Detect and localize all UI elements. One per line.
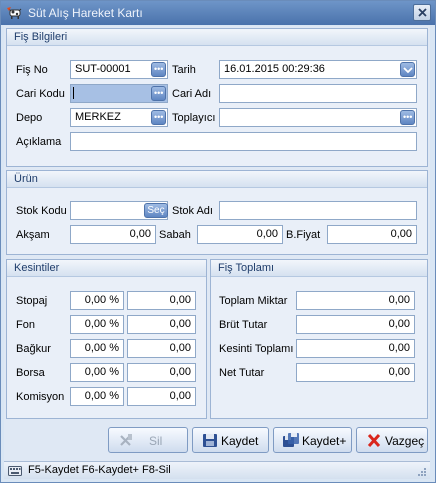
- sabah-field[interactable]: 0,00: [197, 225, 283, 244]
- ellipsis-icon: •••: [154, 112, 164, 122]
- kaydet-plus-button[interactable]: Kaydet+: [273, 427, 352, 453]
- fon-amount-field[interactable]: 0,00: [127, 315, 196, 334]
- cari-adi-label: Cari Adı: [172, 88, 212, 100]
- kesinti-toplami-field[interactable]: 0,00: [296, 339, 415, 358]
- keyboard-icon: [8, 466, 22, 476]
- cancel-x-icon: [367, 433, 381, 448]
- close-button[interactable]: [413, 4, 431, 21]
- text-cursor: [73, 87, 74, 99]
- stok-adi-label: Stok Adı: [172, 205, 213, 217]
- bagkur-percent-field[interactable]: 0,00 %: [70, 339, 124, 358]
- fis-no-lookup-button[interactable]: •••: [151, 62, 166, 77]
- fon-label: Fon: [16, 319, 35, 331]
- close-icon: [418, 8, 427, 17]
- aciklama-field[interactable]: [70, 132, 417, 151]
- window-title: Süt Alış Hareket Kartı: [28, 6, 143, 20]
- toplayici-lookup-button[interactable]: •••: [400, 110, 415, 125]
- stok-kodu-label: Stok Kodu: [16, 205, 67, 217]
- ellipsis-icon: •••: [154, 64, 164, 74]
- vazgec-button[interactable]: Vazgeç: [356, 427, 428, 453]
- depo-label: Depo: [16, 112, 43, 124]
- komisyon-label: Komisyon: [16, 391, 65, 403]
- net-tutar-field[interactable]: 0,00: [296, 363, 415, 382]
- tarih-label: Tarih: [172, 64, 196, 76]
- ellipsis-icon: •••: [154, 88, 164, 98]
- brut-tutar-label: Brüt Tutar: [219, 319, 268, 331]
- kaydet-button[interactable]: Kaydet: [192, 427, 269, 453]
- fis-bilgileri-group: Fiş Bilgileri Fiş No SUT-00001 ••• Tarih…: [6, 28, 428, 167]
- delete-icon: [120, 434, 132, 446]
- group-title: Fiş Toplamı: [218, 262, 275, 274]
- sil-button-label: Sil: [149, 434, 163, 448]
- toplayici-label: Toplayıcı: [172, 112, 216, 124]
- status-text: F5-Kaydet F6-Kaydet+ F8-Sil: [28, 464, 171, 476]
- group-header: Kesintiler: [7, 260, 206, 277]
- status-bar: F5-Kaydet F6-Kaydet+ F8-Sil: [4, 461, 430, 479]
- kesintiler-group: Kesintiler Stopaj 0,00 % 0,00 Fon 0,00 %…: [6, 259, 207, 419]
- cari-kodu-label: Cari Kodu: [16, 88, 65, 100]
- vazgec-button-label: Vazgeç: [385, 434, 425, 448]
- b-fiyat-label: B.Fiyat: [286, 229, 321, 241]
- komisyon-amount-field[interactable]: 0,00: [127, 387, 196, 406]
- borsa-percent-field[interactable]: 0,00 %: [70, 363, 124, 382]
- group-header: Ürün: [7, 171, 427, 188]
- b-fiyat-field[interactable]: 0,00: [327, 225, 417, 244]
- fon-percent-field[interactable]: 0,00 %: [70, 315, 124, 334]
- kesinti-toplami-label: Kesinti Toplamı: [219, 343, 294, 355]
- form-body: Fiş Bilgileri Fiş No SUT-00001 ••• Tarih…: [4, 26, 430, 462]
- group-header: Fiş Toplamı: [211, 260, 427, 277]
- cari-adi-field[interactable]: [219, 84, 417, 103]
- brut-tutar-field[interactable]: 0,00: [296, 315, 415, 334]
- urun-group: Ürün Stok Kodu Seç Stok Adı Akşam 0,00 S…: [6, 170, 428, 255]
- aksam-label: Akşam: [16, 229, 50, 241]
- bagkur-amount-field[interactable]: 0,00: [127, 339, 196, 358]
- kaydet-plus-button-label: Kaydet+: [302, 434, 347, 448]
- cow-icon: [7, 7, 22, 19]
- toplam-miktar-label: Toplam Miktar: [219, 295, 288, 307]
- tarih-field[interactable]: 16.01.2015 00:29:36: [219, 60, 417, 79]
- fis-no-label: Fiş No: [16, 64, 48, 76]
- aciklama-label: Açıklama: [16, 136, 62, 148]
- group-title: Kesintiler: [14, 262, 60, 274]
- group-title: Ürün: [14, 173, 38, 185]
- aksam-field[interactable]: 0,00: [70, 225, 156, 244]
- net-tutar-label: Net Tutar: [219, 367, 265, 379]
- floppy-disk-icon: [203, 434, 217, 447]
- borsa-label: Borsa: [16, 367, 45, 379]
- kaydet-button-label: Kaydet: [221, 434, 259, 448]
- sabah-label: Sabah: [159, 229, 191, 241]
- komisyon-percent-field[interactable]: 0,00 %: [70, 387, 124, 406]
- stopaj-percent-field[interactable]: 0,00 %: [70, 291, 124, 310]
- resize-grip-icon[interactable]: [416, 466, 426, 476]
- borsa-amount-field[interactable]: 0,00: [127, 363, 196, 382]
- title-bar[interactable]: Süt Alış Hareket Kartı: [1, 1, 435, 25]
- sec-button[interactable]: Seç: [144, 203, 168, 218]
- bagkur-label: Bağkur: [16, 343, 51, 355]
- toplam-miktar-field[interactable]: 0,00: [296, 291, 415, 310]
- stopaj-amount-field[interactable]: 0,00: [127, 291, 196, 310]
- tarih-dropdown-button[interactable]: [400, 62, 415, 77]
- stok-adi-field[interactable]: [219, 201, 417, 220]
- chevron-down-icon: [403, 67, 413, 74]
- sil-button[interactable]: Sil: [108, 427, 188, 453]
- group-title: Fiş Bilgileri: [14, 31, 68, 43]
- ellipsis-icon: •••: [403, 112, 413, 122]
- floppy-disk-plus-icon: [283, 433, 299, 447]
- stopaj-label: Stopaj: [16, 295, 48, 307]
- cari-kodu-lookup-button[interactable]: •••: [151, 86, 166, 101]
- depo-lookup-button[interactable]: •••: [151, 110, 166, 125]
- toplayici-field[interactable]: [219, 108, 417, 127]
- fis-toplami-group: Fiş Toplamı Toplam Miktar 0,00 Brüt Tuta…: [210, 259, 428, 419]
- group-header: Fiş Bilgileri: [7, 29, 427, 46]
